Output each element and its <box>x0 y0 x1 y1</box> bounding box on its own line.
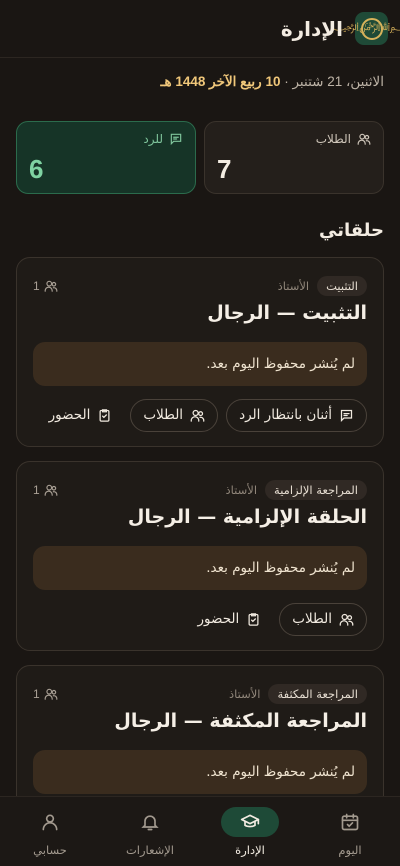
halaqa-title: المراجعة المكثفة — الرجال <box>114 710 367 732</box>
halaqa-card[interactable]: التثبيت الأستاذ 1 التثبيت — الرجال لم يُ… <box>16 257 384 447</box>
bottom-nav: اليوم الإدارة الإشعارات حسابي <box>0 796 400 866</box>
students-stat-label: الطلاب <box>315 132 351 146</box>
pending-stat-value: 6 <box>29 154 44 184</box>
students-button[interactable]: الطلاب <box>279 602 367 636</box>
logo-emblem-icon: ﷽ <box>329 17 400 40</box>
pending-stat-label: للرد <box>143 132 163 146</box>
users-icon <box>190 408 205 423</box>
gregorian-date: الاثنين، 21 شتنبر <box>292 74 384 89</box>
pending-stat-card[interactable]: للرد 6 <box>16 121 196 194</box>
students-button-label: الطلاب <box>143 407 184 423</box>
nav-item-account[interactable]: حسابي <box>0 797 100 866</box>
attendance-button-label: الحضور <box>197 611 240 627</box>
pending-replies-button[interactable]: أثنان بانتظار الرد <box>226 398 367 432</box>
halaqa-type-tag: التثبيت <box>317 276 367 296</box>
teacher-label: الأستاذ <box>228 687 261 701</box>
notice-banner: لم يُنشر محفوظ اليوم بعد. <box>33 342 367 386</box>
attendance-button[interactable]: الحضور <box>39 399 123 432</box>
member-count-value: 1 <box>33 687 40 701</box>
teacher-label: الأستاذ <box>225 483 258 497</box>
member-count-value: 1 <box>33 483 40 497</box>
pending-replies-label: أثنان بانتظار الرد <box>239 407 332 423</box>
section-title: حلقاتي <box>318 220 384 241</box>
attendance-button-label: الحضور <box>48 407 91 423</box>
users-icon <box>44 687 58 701</box>
users-icon <box>44 279 58 293</box>
attendance-button[interactable]: الحضور <box>188 603 272 636</box>
member-count: 1 <box>33 483 58 497</box>
user-icon <box>40 812 60 832</box>
notice-banner: لم يُنشر محفوظ اليوم بعد. <box>33 750 367 794</box>
date-line: الاثنين، 21 شتنبر · 10 ربيع الآخر 1448 ه… <box>16 74 384 90</box>
teacher-label: الأستاذ <box>277 279 310 293</box>
message-icon <box>339 408 354 423</box>
hijri-date: 10 ربيع الآخر 1448 هـ <box>160 74 281 89</box>
halaqa-title: التثبيت — الرجال <box>207 302 367 324</box>
notice-banner: لم يُنشر محفوظ اليوم بعد. <box>33 546 367 590</box>
students-button-label: الطلاب <box>292 611 332 627</box>
clipboard-check-icon <box>97 408 112 423</box>
member-count-value: 1 <box>33 279 40 293</box>
app-logo[interactable]: ﷽ <box>329 12 400 45</box>
nav-label: حسابي <box>33 842 67 857</box>
nav-label: الإشعارات <box>125 842 175 857</box>
users-icon <box>339 612 354 627</box>
halaqa-card[interactable]: المراجعة الإلزامية الأستاذ 1 الحلقة الإل… <box>16 461 384 651</box>
page-title: الإدارة <box>280 16 343 41</box>
calendar-icon <box>340 812 360 832</box>
app-header: ﷽ الإدارة <box>0 0 400 58</box>
halaqa-type-tag: المراجعة المكثفة <box>268 684 367 704</box>
users-icon <box>357 132 371 146</box>
halaqa-type-tag: المراجعة الإلزامية <box>265 480 367 500</box>
member-count: 1 <box>33 279 58 293</box>
nav-item-today[interactable]: اليوم <box>300 797 400 866</box>
nav-item-admin[interactable]: الإدارة <box>200 797 300 866</box>
bell-icon <box>140 812 160 832</box>
nav-label: الإدارة <box>235 842 265 857</box>
users-icon <box>44 483 58 497</box>
nav-label: اليوم <box>338 842 362 857</box>
clipboard-check-icon <box>246 612 261 627</box>
halaqa-title: الحلقة الإلزامية — الرجال <box>127 506 367 528</box>
students-stat-card[interactable]: الطلاب 7 <box>204 121 384 194</box>
member-count: 1 <box>33 687 58 701</box>
graduation-cap-icon <box>239 812 261 832</box>
students-stat-value: 7 <box>217 154 232 184</box>
date-separator: · <box>280 74 293 89</box>
message-icon <box>169 132 183 146</box>
students-button[interactable]: الطلاب <box>130 398 219 432</box>
nav-item-notifications[interactable]: الإشعارات <box>100 797 200 866</box>
